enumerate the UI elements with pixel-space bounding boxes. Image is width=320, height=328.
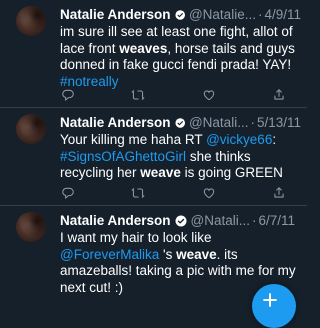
reply-button[interactable] bbox=[60, 185, 76, 201]
separator-dot: · bbox=[252, 213, 257, 228]
author-name[interactable]: Natalie Anderson bbox=[60, 6, 171, 23]
tweet-header: Natalie Anderson @Natali... · 6/7/11 bbox=[60, 212, 301, 229]
text-segment: 's bbox=[159, 246, 177, 262]
author-handle[interactable]: @Natalie... bbox=[189, 6, 256, 23]
author-handle[interactable]: @Natali... bbox=[189, 114, 248, 131]
share-icon bbox=[274, 187, 284, 198]
author-name[interactable]: Natalie Anderson bbox=[60, 114, 171, 131]
separator-dot: · bbox=[250, 115, 255, 130]
tweet[interactable]: Natalie Anderson @Natali... · 5/13/11 Yo… bbox=[0, 108, 307, 206]
author-name[interactable]: Natalie Anderson bbox=[60, 212, 171, 229]
tweet-date[interactable]: 6/7/11 bbox=[259, 212, 296, 229]
avatar[interactable] bbox=[16, 6, 46, 36]
like-icon bbox=[203, 90, 214, 101]
tweet-body: Natalie Anderson @Natali... · 5/13/11 Yo… bbox=[60, 114, 301, 182]
tweet-date[interactable]: 4/9/11 bbox=[264, 6, 301, 23]
retweet-icon bbox=[131, 187, 145, 199]
tweet-text: im sure ill see at least one fight, allo… bbox=[60, 24, 301, 90]
like-button[interactable] bbox=[201, 185, 217, 201]
text-keyword: weave bbox=[176, 246, 217, 262]
share-button[interactable] bbox=[271, 185, 287, 201]
tweet[interactable]: Natalie Anderson @Natalie... · 4/9/11 im… bbox=[0, 0, 307, 108]
hashtag-link[interactable]: #SignsOfAGhettoGirl bbox=[60, 149, 186, 164]
tweet-body: Natalie Anderson @Natalie... · 4/9/11 im… bbox=[60, 6, 301, 90]
tweet-date[interactable]: 5/13/11 bbox=[257, 114, 301, 131]
tweet-feed: Natalie Anderson @Natalie... · 4/9/11 im… bbox=[0, 0, 307, 316]
share-icon bbox=[274, 89, 284, 100]
reply-icon bbox=[62, 187, 74, 200]
text-segment: : bbox=[272, 132, 277, 147]
text-segment: Your killing me haha RT bbox=[60, 132, 207, 147]
compose-tweet-button[interactable] bbox=[252, 284, 296, 328]
text-keyword: weaves bbox=[119, 40, 168, 56]
like-button[interactable] bbox=[201, 87, 217, 103]
tweet-header: Natalie Anderson @Natali... · 5/13/11 bbox=[60, 114, 301, 131]
text-keyword: weave bbox=[140, 165, 181, 180]
tweet-actions bbox=[60, 185, 287, 201]
reply-icon bbox=[62, 89, 74, 102]
text-segment: I want my hair to look like bbox=[60, 230, 212, 245]
verified-badge-icon bbox=[174, 117, 185, 128]
tweet-header: Natalie Anderson @Natalie... · 4/9/11 bbox=[60, 6, 301, 23]
text-segment: is going GREEN bbox=[180, 165, 283, 180]
separator-dot: · bbox=[257, 7, 263, 22]
avatar[interactable] bbox=[16, 212, 46, 242]
author-handle[interactable]: @Natali... bbox=[191, 212, 250, 229]
share-button[interactable] bbox=[271, 87, 287, 103]
reply-button[interactable] bbox=[60, 87, 76, 103]
tweet-body: Natalie Anderson @Natali... · 6/7/11 I w… bbox=[60, 212, 301, 296]
compose-tweet-icon bbox=[263, 293, 277, 307]
verified-badge-icon bbox=[175, 215, 187, 226]
tweet-text: Your killing me haha RT @vickye66: #Sign… bbox=[60, 132, 301, 182]
mention-link[interactable]: @vickye66 bbox=[206, 132, 272, 147]
verified-badge-icon bbox=[174, 9, 185, 20]
retweet-button[interactable] bbox=[130, 185, 146, 201]
retweet-icon bbox=[131, 89, 145, 101]
mention-link[interactable]: @ForeverMalika bbox=[60, 247, 159, 262]
retweet-button[interactable] bbox=[130, 87, 146, 103]
like-icon bbox=[203, 188, 214, 199]
avatar[interactable] bbox=[16, 114, 46, 144]
tweet-actions bbox=[60, 87, 287, 103]
